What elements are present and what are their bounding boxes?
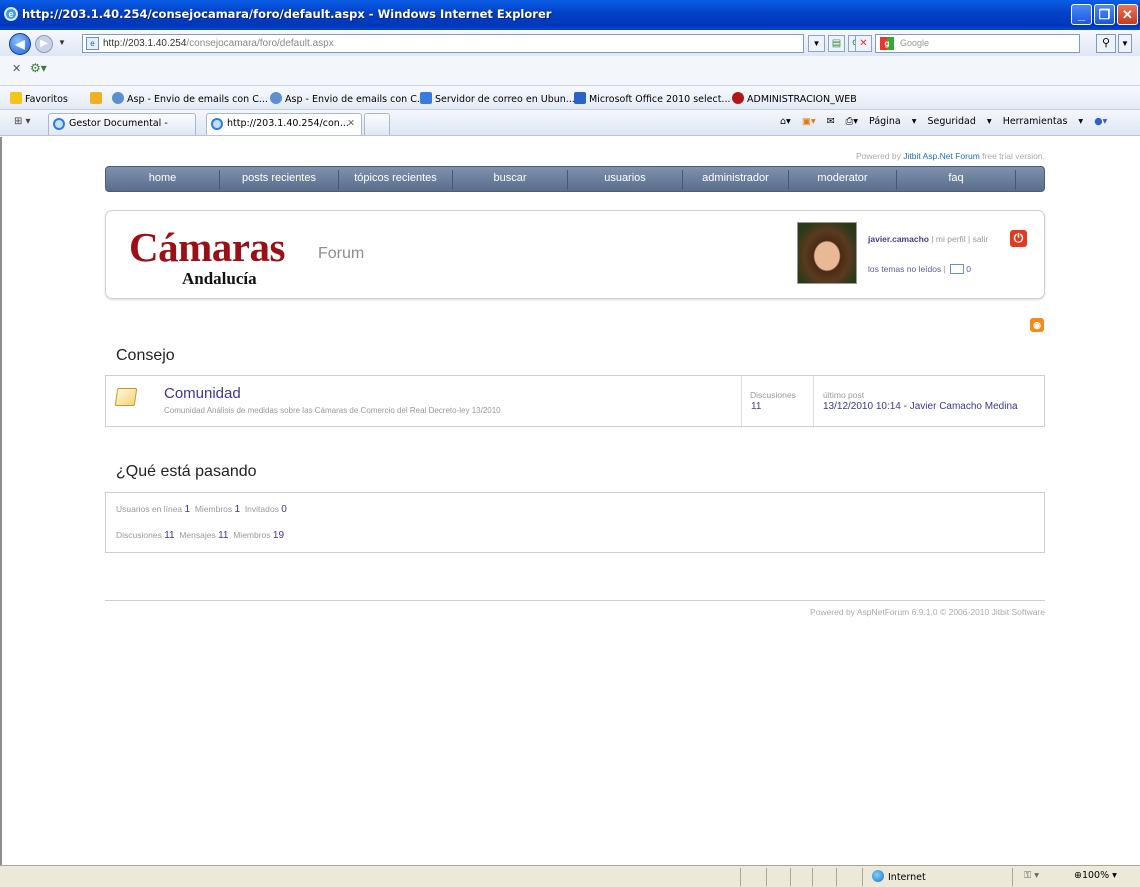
menu-usuarios[interactable]: usuarios	[568, 172, 682, 184]
search-options-icon[interactable]: ▼	[1118, 34, 1132, 53]
ie-tab-icon	[211, 118, 223, 130]
window-title-bar[interactable]: e http://203.1.40.254/consejocamara/foro…	[0, 0, 1140, 30]
camaras-icon	[732, 92, 744, 104]
username-link[interactable]: javier.camacho	[868, 234, 929, 244]
feeds-icon[interactable]: ▣▾	[802, 116, 816, 127]
rss-icon[interactable]: ◉	[1030, 318, 1044, 332]
restore-button[interactable]: ❐	[1094, 4, 1115, 25]
forum-menu: home posts recientes tópicos recientes b…	[105, 166, 1045, 192]
add-favorite-icon[interactable]	[90, 92, 105, 105]
menu-buscar[interactable]: buscar	[453, 172, 567, 184]
ie-page-icon	[420, 92, 432, 104]
menu-posts-recientes[interactable]: posts recientes	[220, 172, 338, 184]
globe-icon	[872, 870, 884, 882]
favorite-link-4[interactable]: Microsoft Office 2010 select...	[574, 92, 730, 105]
camaras-logo[interactable]: Cámaras	[129, 225, 285, 269]
folder-icon	[114, 388, 138, 406]
envelope-icon[interactable]	[950, 264, 965, 274]
jitbit-link[interactable]: Jitbit Asp.Net Forum	[903, 151, 980, 161]
quick-tabs-icon[interactable]: ⊞ ▾	[14, 116, 31, 127]
extra-toolbar: ✕ ⚙▾	[0, 56, 1140, 86]
forum-title-link[interactable]: Comunidad	[164, 385, 241, 402]
address-input[interactable]: e http://203.1.40.254/consejocamara/foro/…	[82, 34, 804, 53]
help-icon[interactable]: ●▾	[1094, 116, 1107, 127]
forum-description: Comunidad Análisis de medidas sobre las …	[164, 406, 501, 415]
logout-power-icon[interactable]: ⏻	[1010, 230, 1027, 247]
security-menu[interactable]: Seguridad ▾	[928, 116, 992, 127]
powered-by-top: Powered by Jitbit Asp.Net Forum free tri…	[855, 151, 1045, 161]
discussions-count: 11	[751, 401, 762, 412]
menu-administrador[interactable]: administrador	[683, 172, 788, 184]
messages-count[interactable]: 0	[966, 264, 971, 274]
last-post-link[interactable]: 13/12/2010 10:14 - Javier Camacho Medina	[823, 401, 1018, 412]
search-button[interactable]: ⚲	[1096, 34, 1116, 53]
security-zone[interactable]: Internet	[872, 870, 926, 883]
menu-moderator[interactable]: moderator	[789, 172, 896, 184]
menu-faq[interactable]: faq	[897, 172, 1015, 184]
recent-pages-dropdown-icon[interactable]: ▼	[58, 38, 68, 48]
ie-tab-icon	[53, 118, 65, 130]
tab-gestor-documental[interactable]: Gestor Documental -	[48, 113, 196, 135]
menu-topicos-recientes[interactable]: tópicos recientes	[339, 172, 452, 184]
logout-link[interactable]: salir	[973, 234, 989, 244]
camaras-logo-subtitle: Andalucía	[182, 269, 257, 288]
command-bar: ⌂▾ ▣▾ ✉ ⎙▾ Página ▾ Seguridad ▾ Herramie…	[780, 116, 1115, 134]
discussions-label: Discusiones	[750, 390, 796, 400]
page-menu[interactable]: Página ▾	[869, 116, 916, 127]
avatar[interactable]	[797, 222, 857, 284]
back-button[interactable]: ◀	[9, 33, 31, 55]
google-logo-icon: g	[880, 37, 894, 50]
close-toolbar-icon[interactable]: ✕	[12, 62, 21, 75]
page-icon: e	[86, 37, 99, 50]
last-post-label: último post	[823, 390, 865, 400]
favorite-link-2[interactable]: Asp - Envio de emails con C...	[270, 92, 426, 105]
section-title: Consejo	[116, 347, 175, 364]
footer-divider	[105, 600, 1045, 601]
print-icon[interactable]: ⎙▾	[846, 116, 858, 127]
search-placeholder: Google	[900, 38, 930, 48]
status-bar: Internet ⚿ ▾ ⊕100% ▾	[0, 865, 1140, 887]
favorites-bar: Favoritos Asp - Envio de emails con C...…	[0, 86, 1140, 110]
convert-icon[interactable]: ⚙▾	[30, 61, 47, 75]
address-path: /consejocamara/foro/default.aspx	[186, 38, 334, 49]
forward-button[interactable]: ▶	[35, 35, 53, 53]
unread-topics-link[interactable]: los temas no leídos	[868, 264, 941, 274]
user-links: javier.camacho | mi perfil | salir	[868, 234, 989, 244]
new-tab-button[interactable]	[364, 113, 390, 135]
zoom-level[interactable]: ⊕100% ▾	[1074, 870, 1117, 881]
compatibility-view-icon[interactable]: ▤	[828, 35, 845, 52]
close-window-button[interactable]: ✕	[1117, 4, 1138, 25]
favorites-button[interactable]: Favoritos	[10, 92, 68, 105]
mail-icon[interactable]: ✉	[827, 116, 835, 127]
close-tab-icon[interactable]: ✕	[347, 114, 355, 134]
office-icon	[574, 92, 586, 104]
whats-happening-title: ¿Qué está pasando	[116, 463, 257, 480]
site-icon	[270, 92, 282, 104]
online-stats: Usuarios en línea 1 Miembros 1 Invitados…	[116, 504, 287, 515]
address-dropdown-icon[interactable]: ▼	[808, 35, 825, 52]
window-title: http://203.1.40.254/consejocamara/foro/d…	[22, 7, 552, 21]
powered-by-footer: Powered by AspNetForum 6.9.1.0 © 2006-20…	[810, 607, 1045, 617]
favorite-link-1[interactable]: Asp - Envio de emails con C...	[112, 92, 268, 105]
star-icon	[10, 92, 22, 104]
search-input[interactable]: g Google	[875, 34, 1080, 53]
favorite-link-3[interactable]: Servidor de correo en Ubun...	[420, 92, 575, 105]
stop-icon[interactable]: ✕	[855, 35, 872, 52]
ie-logo-icon: e	[4, 7, 18, 21]
profile-link[interactable]: mi perfil	[936, 234, 966, 244]
favorite-link-5[interactable]: ADMINISTRACION_WEB	[732, 92, 857, 105]
home-icon[interactable]: ⌂▾	[780, 116, 791, 127]
minimize-button[interactable]: _	[1071, 4, 1092, 25]
site-icon	[112, 92, 124, 104]
tools-menu[interactable]: Herramientas ▾	[1003, 116, 1084, 127]
unread-line: los temas no leídos | 0	[868, 264, 971, 274]
totals-stats: Discusiones 11 Mensajes 11 Miembros 19	[116, 530, 285, 541]
forum-label: Forum	[318, 245, 365, 262]
stats-panel: Usuarios en línea 1 Miembros 1 Invitados…	[105, 492, 1045, 553]
menu-home[interactable]: home	[106, 172, 219, 184]
protected-mode-icon[interactable]: ⚿ ▾	[1024, 870, 1039, 881]
address-host: http://203.1.40.254	[103, 38, 187, 49]
tab-forum[interactable]: http://203.1.40.254/con... ✕	[206, 113, 362, 135]
